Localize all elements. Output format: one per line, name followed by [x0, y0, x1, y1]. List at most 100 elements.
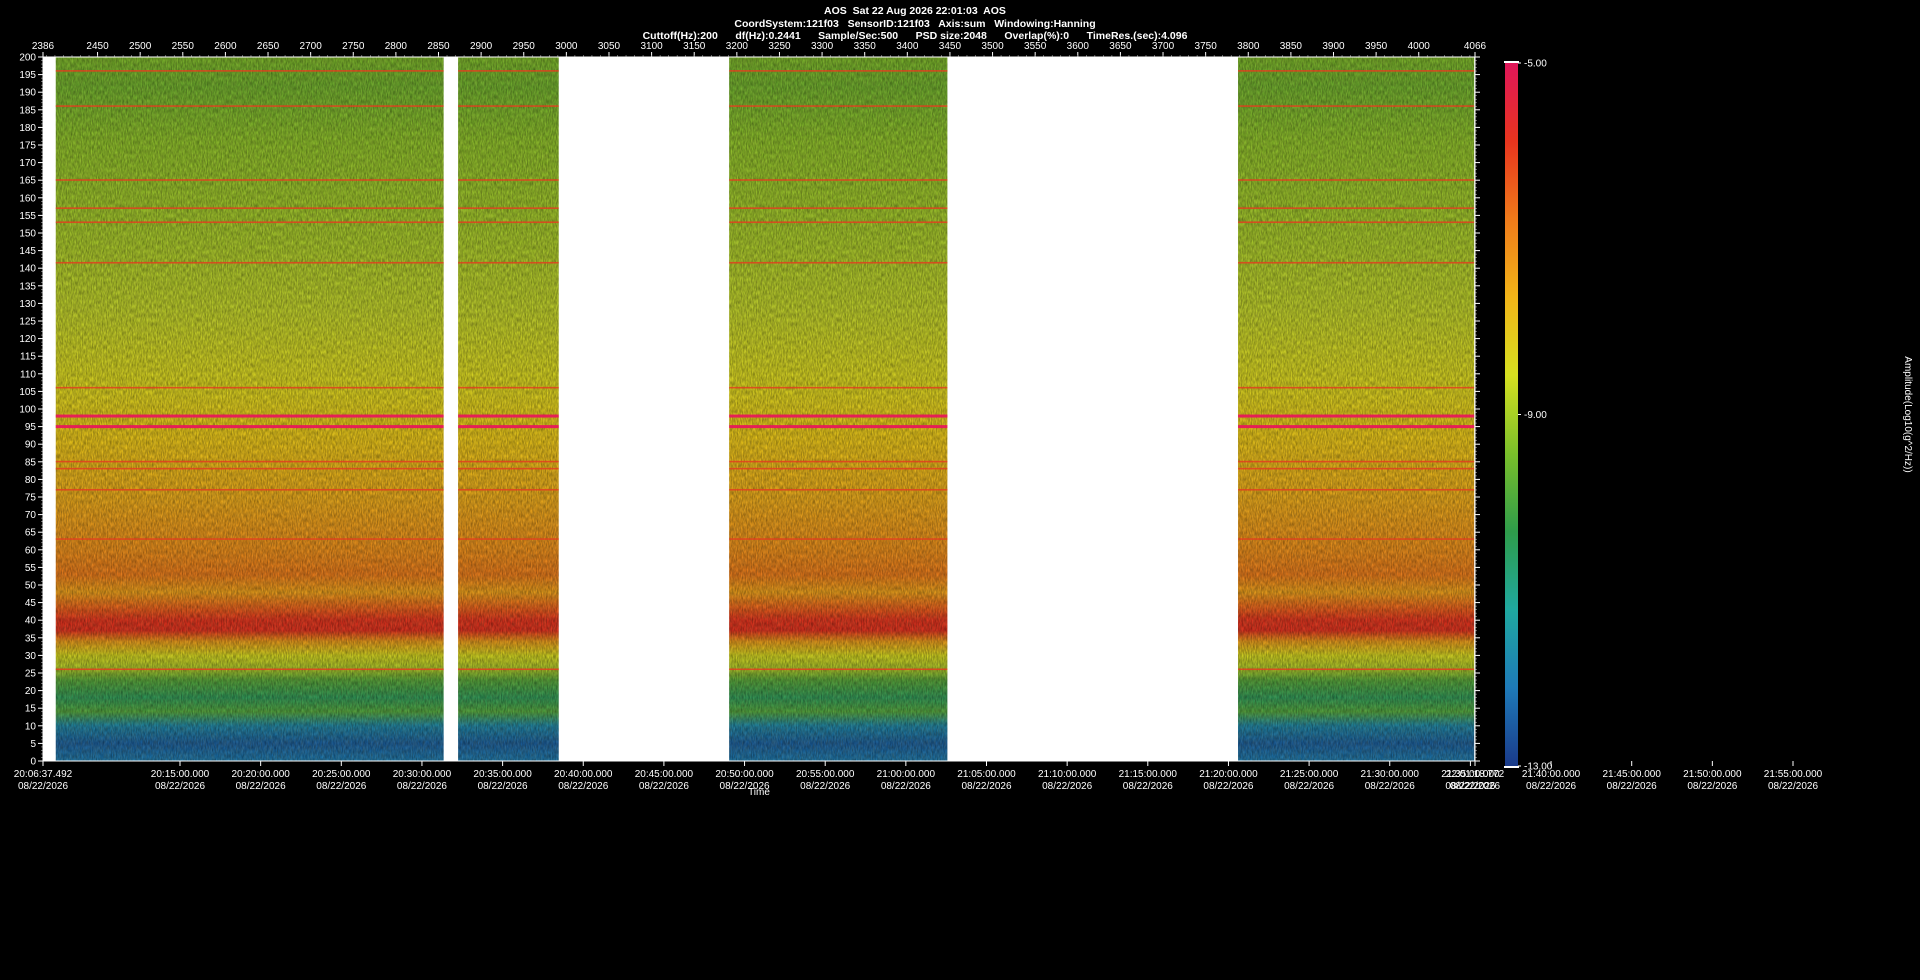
- tonal-line: [729, 460, 948, 463]
- tonal-line: [458, 386, 559, 389]
- x-top-tick-label: 2750: [342, 41, 365, 52]
- y-tick-label: 110: [20, 369, 36, 380]
- data-segment: [1238, 57, 1475, 761]
- x-time-tick-date: 08/22/2026: [1450, 781, 1500, 792]
- tonal-line: [729, 668, 948, 671]
- tonal-line: [55, 668, 444, 671]
- tonal-line: [458, 207, 559, 209]
- x-time-tick-date: 08/22/2026: [639, 781, 689, 792]
- y-tick-label: 100: [19, 405, 36, 416]
- tonal-line: [729, 70, 948, 72]
- x-time-tick-label: 20:55:00.000: [796, 769, 855, 780]
- x-top-tick-label: 2650: [257, 41, 280, 52]
- colorbar-tick-label: -13.00: [1524, 762, 1553, 773]
- x-time-tick-date: 08/22/2026: [881, 781, 931, 792]
- y-tick-label: 135: [19, 281, 36, 292]
- x-time-tick-date: 08/22/2026: [1203, 781, 1253, 792]
- x-time-tick-label: 21:00:00.000: [877, 769, 936, 780]
- y-tick-label: 130: [19, 299, 36, 310]
- x-time-tick-date: 08/22/2026: [1768, 781, 1818, 792]
- tonal-line: [729, 261, 948, 264]
- x-time-tick-label: 20:15:00.000: [151, 769, 210, 780]
- tonal-line: [1238, 425, 1475, 429]
- y-tick-label: 0: [30, 757, 36, 768]
- x-time-tick-label: 21:55:00.000: [1764, 769, 1823, 780]
- x-top-tick-label: 2500: [129, 41, 152, 52]
- y-tick-label: 95: [25, 422, 37, 433]
- x-time-tick-label: 21:30:00.000: [1361, 769, 1420, 780]
- y-tick-label: 30: [25, 651, 37, 662]
- y-tick-label: 195: [19, 70, 36, 81]
- data-segment: [55, 57, 444, 761]
- data-segment: [458, 57, 559, 761]
- x-top-tick-label: 3750: [1195, 41, 1218, 52]
- y-tick-label: 160: [19, 193, 36, 204]
- x-time-tick-date: 08/22/2026: [1526, 781, 1576, 792]
- tonal-line: [55, 261, 444, 264]
- tonal-line: [55, 488, 444, 491]
- y-tick-label: 140: [19, 264, 36, 275]
- x-top-tick-label: 3300: [811, 41, 834, 52]
- tonal-line: [729, 414, 948, 418]
- y-tick-label: 115: [20, 352, 36, 363]
- y-tick-label: 190: [19, 88, 36, 99]
- y-tick-label: 50: [25, 581, 37, 592]
- x-top-tick-label: 2700: [300, 41, 323, 52]
- x-top-tick-label: 2900: [470, 41, 493, 52]
- x-time-tick-label: 21:25:00.000: [1280, 769, 1339, 780]
- x-time-tick-date: 08/22/2026: [1284, 781, 1334, 792]
- x-time-tick-label: 20:35:00.000: [473, 769, 532, 780]
- x-time-tick-label: 21:45:00.000: [1603, 769, 1662, 780]
- tonal-line: [458, 179, 559, 181]
- x-top-tick-label: 3900: [1322, 41, 1345, 52]
- tonal-line: [458, 261, 559, 264]
- x-top-tick-label: 3000: [555, 41, 578, 52]
- y-tick-label: 105: [19, 387, 36, 398]
- x-time-tick-date: 08/22/2026: [1365, 781, 1415, 792]
- tonal-line: [55, 70, 444, 72]
- y-tick-label: 35: [25, 633, 37, 644]
- x-time-tick-label: 20:06:37.492: [14, 769, 73, 780]
- y-tick-label: 75: [25, 493, 37, 504]
- y-tick-label: 155: [19, 211, 36, 222]
- y-tick-label: 200: [19, 53, 36, 64]
- colorbar-label: Amplitude(Log10(g^2/Hz)): [1902, 356, 1913, 472]
- tonal-line: [458, 467, 559, 470]
- x-top-tick-label: 3600: [1067, 41, 1090, 52]
- x-axis-label: Time: [748, 787, 770, 798]
- x-time-tick-label: 21:10:00.000: [1038, 769, 1097, 780]
- y-tick-label: 45: [25, 598, 37, 609]
- x-time-tick-date: 08/22/2026: [1687, 781, 1737, 792]
- tonal-line: [55, 414, 444, 418]
- tonal-line: [55, 105, 444, 107]
- tonal-line: [55, 221, 444, 224]
- colorbar: [1505, 63, 1518, 766]
- y-tick-label: 55: [25, 563, 37, 574]
- x-time-tick-label: 21:20:00.000: [1199, 769, 1258, 780]
- x-top-tick-label: 2950: [513, 41, 536, 52]
- tonal-line: [458, 425, 559, 429]
- y-tick-label: 150: [19, 229, 36, 240]
- y-tick-label: 20: [25, 686, 37, 697]
- x-top-tick-label: 3100: [640, 41, 663, 52]
- x-top-tick-label: 3200: [726, 41, 749, 52]
- x-top-tick-label: 2550: [172, 41, 195, 52]
- tonal-line: [1238, 179, 1475, 181]
- tonal-line: [55, 207, 444, 209]
- tonal-line: [1238, 105, 1475, 107]
- tonal-line: [458, 105, 559, 107]
- tonal-line: [1238, 221, 1475, 224]
- x-top-tick-label: 3700: [1152, 41, 1175, 52]
- x-time-tick-label: 20:25:00.000: [312, 769, 371, 780]
- tonal-line: [1238, 261, 1475, 264]
- y-tick-label: 85: [25, 457, 37, 468]
- tonal-line: [1238, 207, 1475, 209]
- x-time-tick-date: 08/22/2026: [961, 781, 1011, 792]
- tonal-line: [1238, 386, 1475, 389]
- tonal-line: [729, 425, 948, 429]
- x-top-tick-label: 3350: [854, 41, 877, 52]
- x-time-tick-date: 08/22/2026: [1123, 781, 1173, 792]
- y-tick-label: 165: [19, 176, 36, 187]
- y-tick-label: 65: [25, 528, 37, 539]
- tonal-line: [458, 70, 559, 72]
